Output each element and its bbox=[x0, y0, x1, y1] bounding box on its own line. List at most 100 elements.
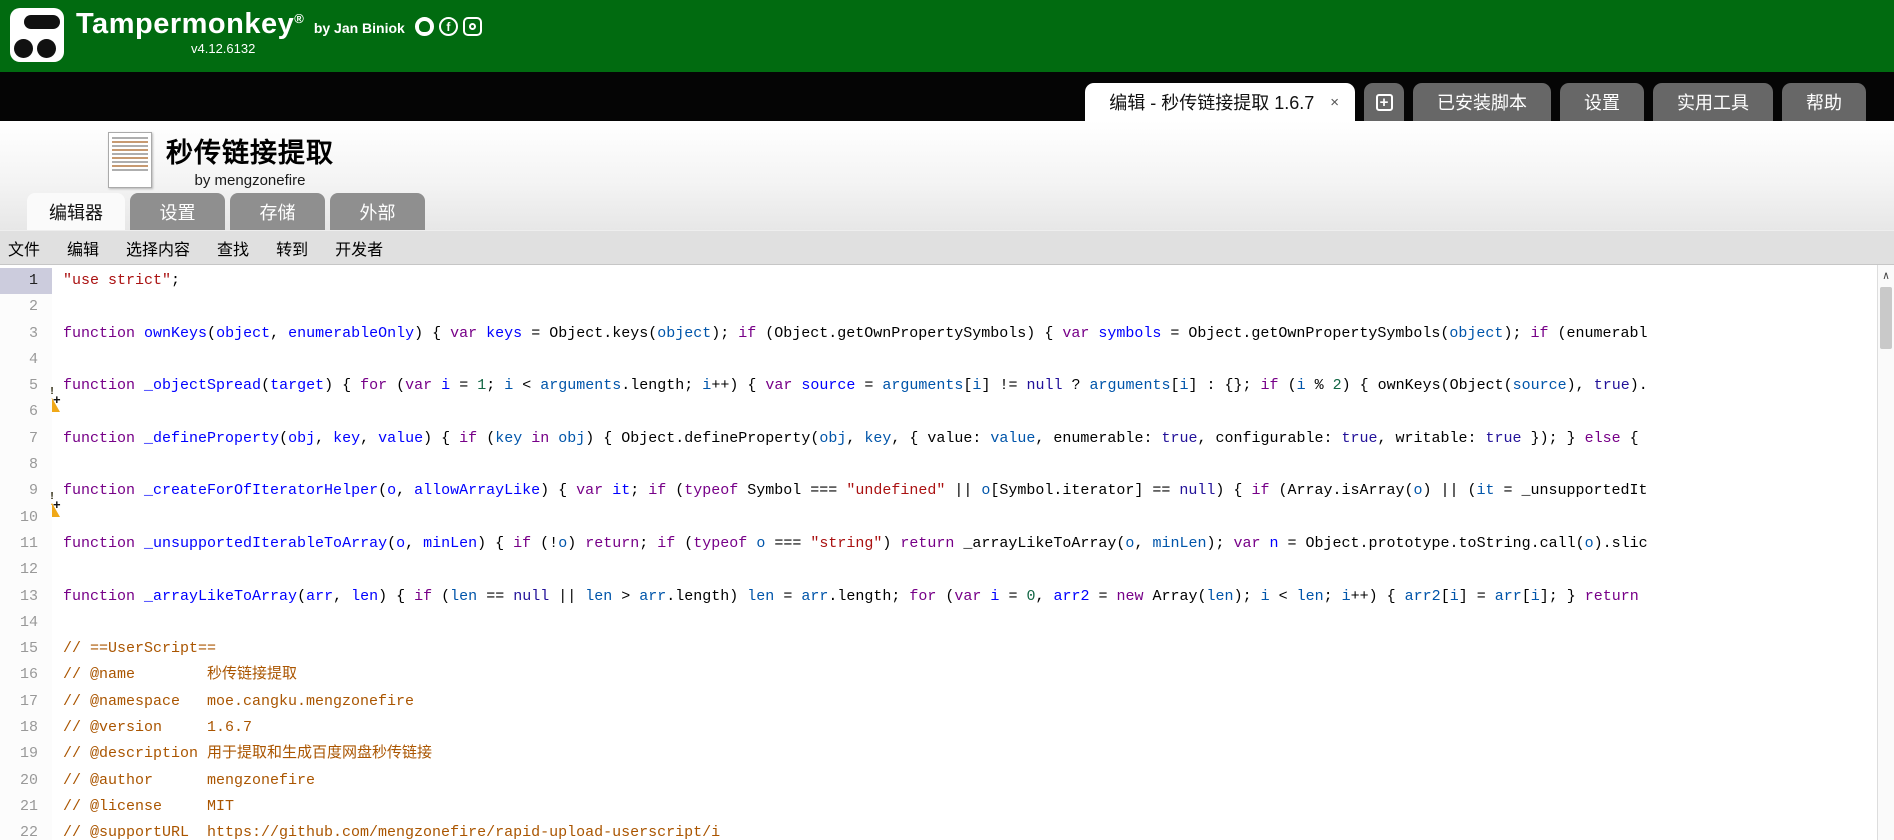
code-area[interactable]: 1"use strict";23function ownKeys(object,… bbox=[0, 265, 1877, 840]
script-author: by mengzonefire bbox=[166, 172, 334, 189]
menu-find[interactable]: 查找 bbox=[217, 236, 249, 260]
code-line-text: // @version 1.6.7 bbox=[52, 715, 252, 741]
line-number: 22 bbox=[0, 820, 52, 840]
browser-tab-utilities[interactable]: 实用工具 bbox=[1653, 83, 1773, 121]
code-line[interactable]: 10 bbox=[0, 505, 1877, 531]
scrollbar-thumb[interactable] bbox=[1880, 287, 1892, 349]
menu-selection[interactable]: 选择内容 bbox=[126, 236, 190, 260]
browser-tabstrip: 编辑 - 秒传链接提取 1.6.7× + 已安装脚本设置实用工具帮助 bbox=[0, 72, 1894, 121]
browser-tab-installed-scripts[interactable]: 已安装脚本 bbox=[1413, 83, 1551, 121]
logo-bar bbox=[24, 15, 60, 29]
subtab-settings[interactable]: 设置 bbox=[130, 193, 225, 230]
warning-icon[interactable]: !+ bbox=[44, 377, 60, 391]
code-line[interactable]: 6 bbox=[0, 399, 1877, 425]
code-line[interactable]: 1"use strict"; bbox=[0, 268, 1877, 294]
tab-close-icon[interactable]: × bbox=[1330, 94, 1339, 111]
line-number: 15 bbox=[0, 636, 52, 662]
registered-mark: ® bbox=[294, 11, 304, 26]
vertical-scrollbar[interactable]: ∧ bbox=[1877, 265, 1894, 840]
code-line-text bbox=[52, 610, 63, 636]
code-line-text: "use strict"; bbox=[52, 268, 180, 294]
code-line-text bbox=[52, 452, 63, 478]
editor-subtabs: 编辑器设置存储外部 bbox=[0, 193, 1894, 230]
code-line[interactable]: 19// @description 用于提取和生成百度网盘秒传链接 bbox=[0, 741, 1877, 767]
code-line-text: // ==UserScript== bbox=[52, 636, 216, 662]
line-number: 17 bbox=[0, 689, 52, 715]
tampermonkey-logo-icon bbox=[10, 8, 64, 62]
brand-byline: by Jan Biniok bbox=[314, 20, 405, 36]
code-line[interactable]: 9!+function _createForOfIteratorHelper(o… bbox=[0, 478, 1877, 504]
menu-edit[interactable]: 编辑 bbox=[67, 236, 99, 260]
code-line[interactable]: 21// @license MIT bbox=[0, 794, 1877, 820]
version-label: v4.12.6132 bbox=[191, 41, 482, 56]
userscript-icon bbox=[108, 132, 152, 188]
script-header-area: 秒传链接提取 by mengzonefire 编辑器设置存储外部 bbox=[0, 121, 1894, 230]
code-line-text: function _arrayLikeToArray(arr, len) { i… bbox=[52, 584, 1639, 610]
code-line[interactable]: 7function _defineProperty(obj, key, valu… bbox=[0, 426, 1877, 452]
code-line[interactable]: 2 bbox=[0, 294, 1877, 320]
code-line[interactable]: 4 bbox=[0, 347, 1877, 373]
new-tab-button[interactable]: + bbox=[1364, 83, 1404, 121]
plus-icon: + bbox=[1376, 94, 1393, 111]
code-line[interactable]: 3function ownKeys(object, enumerableOnly… bbox=[0, 321, 1877, 347]
code-line-text: function ownKeys(object, enumerableOnly)… bbox=[52, 321, 1648, 347]
line-number: 14 bbox=[0, 610, 52, 636]
code-line[interactable]: 13function _arrayLikeToArray(arr, len) {… bbox=[0, 584, 1877, 610]
code-line[interactable]: 14 bbox=[0, 610, 1877, 636]
code-line[interactable]: 18// @version 1.6.7 bbox=[0, 715, 1877, 741]
line-number: 9!+ bbox=[0, 478, 52, 504]
line-number: 16 bbox=[0, 662, 52, 688]
line-number: 21 bbox=[0, 794, 52, 820]
code-line-text: // @license MIT bbox=[52, 794, 234, 820]
instagram-icon[interactable] bbox=[463, 17, 482, 36]
code-line[interactable]: 20// @author mengzonefire bbox=[0, 768, 1877, 794]
facebook-icon[interactable]: f bbox=[439, 17, 458, 36]
code-line[interactable]: 17// @namespace moe.cangku.mengzonefire bbox=[0, 689, 1877, 715]
line-number: 20 bbox=[0, 768, 52, 794]
editor-menubar: 文件 编辑 选择内容 查找 转到 开发者 bbox=[0, 230, 1894, 265]
brand-name: Tampermonkey bbox=[76, 8, 294, 41]
line-number: 4 bbox=[0, 347, 52, 373]
code-editor[interactable]: 1"use strict";23function ownKeys(object,… bbox=[0, 265, 1894, 840]
code-line-text: function _unsupportedIterableToArray(o, … bbox=[52, 531, 1648, 557]
code-line[interactable]: 22// @supportURL https://github.com/meng… bbox=[0, 820, 1877, 840]
code-line[interactable]: 8 bbox=[0, 452, 1877, 478]
code-line[interactable]: 12 bbox=[0, 557, 1877, 583]
menu-file[interactable]: 文件 bbox=[8, 236, 40, 260]
code-line-text: // @author mengzonefire bbox=[52, 768, 315, 794]
subtab-external[interactable]: 外部 bbox=[330, 193, 425, 230]
line-number: 2 bbox=[0, 294, 52, 320]
browser-tab-edit-script[interactable]: 编辑 - 秒传链接提取 1.6.7× bbox=[1085, 83, 1355, 121]
warning-icon[interactable]: !+ bbox=[44, 482, 60, 496]
brand-block: Tampermonkey ® by Jan Biniok f v4.12.613… bbox=[76, 8, 482, 56]
code-line-text: function _objectSpread(target) { for (va… bbox=[52, 373, 1648, 399]
script-title: 秒传链接提取 bbox=[166, 131, 334, 170]
code-line[interactable]: 16// @name 秒传链接提取 bbox=[0, 662, 1877, 688]
app-header: Tampermonkey ® by Jan Biniok f v4.12.613… bbox=[0, 0, 1894, 72]
code-line-text: function _createForOfIteratorHelper(o, a… bbox=[52, 478, 1648, 504]
social-icons: f bbox=[415, 17, 482, 36]
code-line[interactable]: 15// ==UserScript== bbox=[0, 636, 1877, 662]
browser-tab-settings[interactable]: 设置 bbox=[1560, 83, 1644, 121]
line-number: 18 bbox=[0, 715, 52, 741]
code-line-text: // @name 秒传链接提取 bbox=[52, 662, 297, 688]
line-number: 5!+ bbox=[0, 373, 52, 399]
line-number: 8 bbox=[0, 452, 52, 478]
github-icon[interactable] bbox=[415, 17, 434, 36]
logo-eye-right bbox=[37, 39, 56, 58]
line-number: 19 bbox=[0, 741, 52, 767]
line-number: 7 bbox=[0, 426, 52, 452]
subtab-storage[interactable]: 存储 bbox=[230, 193, 325, 230]
line-number: 12 bbox=[0, 557, 52, 583]
code-line[interactable]: 11function _unsupportedIterableToArray(o… bbox=[0, 531, 1877, 557]
browser-tab-help[interactable]: 帮助 bbox=[1782, 83, 1866, 121]
line-number: 10 bbox=[0, 505, 52, 531]
line-number: 11 bbox=[0, 531, 52, 557]
code-line[interactable]: 5!+function _objectSpread(target) { for … bbox=[0, 373, 1877, 399]
menu-developer[interactable]: 开发者 bbox=[335, 236, 383, 260]
menu-goto[interactable]: 转到 bbox=[276, 236, 308, 260]
subtab-editor[interactable]: 编辑器 bbox=[27, 193, 125, 230]
code-line-text bbox=[52, 557, 63, 583]
scroll-up-icon[interactable]: ∧ bbox=[1878, 265, 1894, 287]
code-line-text bbox=[52, 347, 63, 373]
